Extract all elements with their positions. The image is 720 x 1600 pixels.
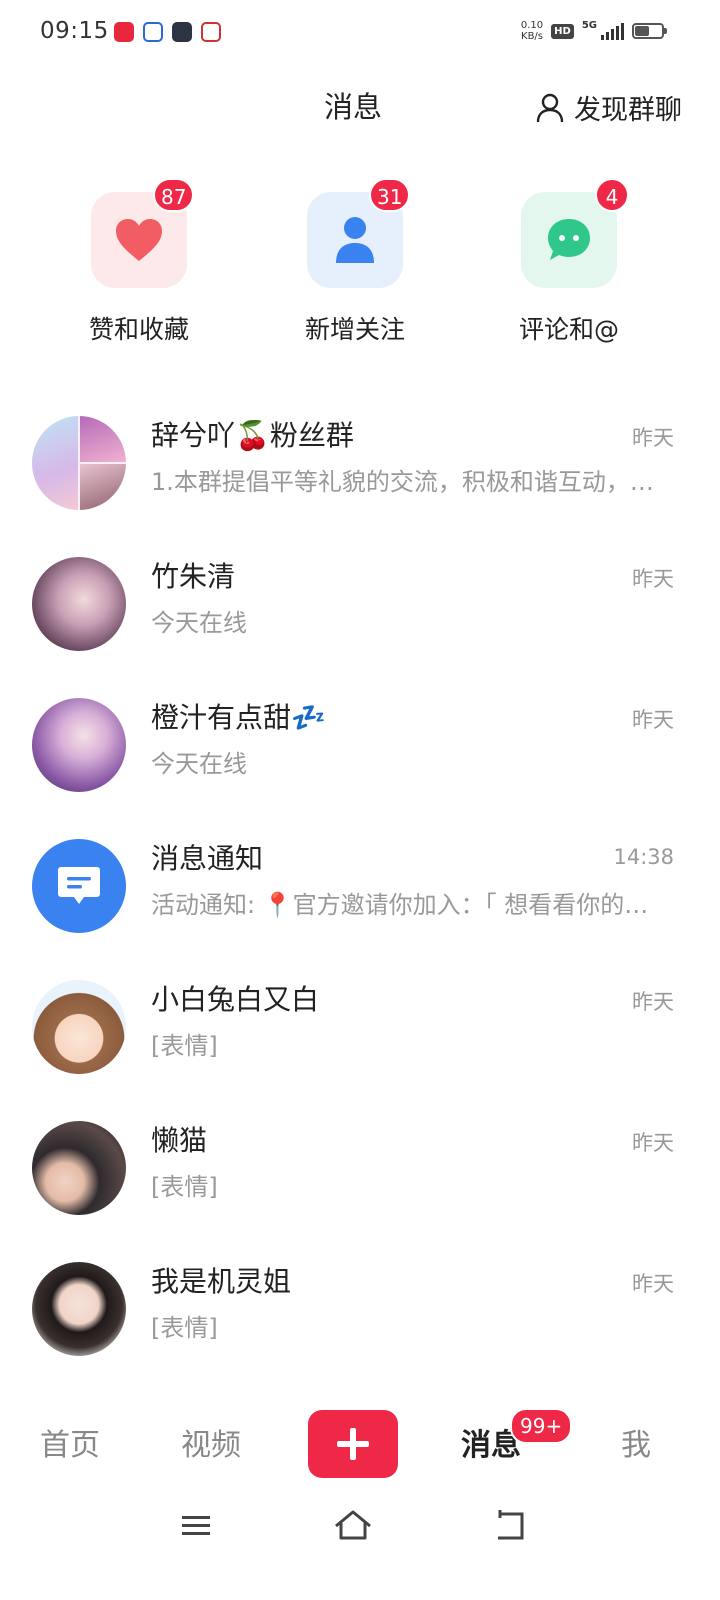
network-speed: 0.10 KB/s <box>521 20 543 42</box>
conversation-time: 14:38 <box>613 845 674 869</box>
tile-icon-container: 87 <box>91 178 195 288</box>
conversation-preview: 今天在线 <box>151 750 247 778</box>
notification-tiles: 87 赞和收藏 31 新增关注 4 评论和@ <box>0 178 720 352</box>
conversation-preview: [表情] <box>151 1173 218 1201</box>
conversation-time: 昨天 <box>632 1131 674 1155</box>
list-item[interactable]: 辞兮吖🍒粉丝群 昨天 1.本群提倡平等礼貌的交流，积极和谐互动，禁止发布广告 <box>0 410 720 551</box>
user-avatar <box>32 1121 126 1215</box>
conversation-preview: 1.本群提倡平等礼貌的交流，积极和谐互动，禁止发布广告 <box>151 468 671 496</box>
conversation-preview: [表情] <box>151 1032 218 1060</box>
conversation-name: 懒猫 <box>151 1124 208 1157</box>
tile-new-followers[interactable]: 31 新增关注 <box>285 178 425 346</box>
network-speed-value: 0.10 <box>520 20 544 31</box>
network-speed-unit: KB/s <box>521 31 544 42</box>
user-avatar <box>32 557 126 651</box>
followers-badge: 31 <box>369 178 411 212</box>
conversation-time: 昨天 <box>632 567 674 591</box>
group-avatar <box>32 416 126 510</box>
battery-level <box>635 26 649 36</box>
discover-groups-label: 发现群聊 <box>574 95 682 126</box>
list-item[interactable]: 我是机灵姐 昨天 [表情] <box>0 1256 720 1397</box>
system-navigation-bar <box>0 1496 720 1566</box>
heart-icon <box>116 219 162 261</box>
menu-icon[interactable] <box>174 1504 218 1548</box>
conversation-name: 消息通知 <box>151 842 264 875</box>
tile-icon-container: 4 <box>521 178 629 288</box>
discover-groups-button[interactable]: 发现群聊 <box>536 88 682 127</box>
signal-icon <box>601 22 624 40</box>
group-avatar-part <box>32 416 78 510</box>
conversation-name: 小白兔白又白 <box>151 983 320 1016</box>
messages-badge: 99+ <box>510 1408 573 1444</box>
conversation-preview: [表情] <box>151 1314 218 1342</box>
chat-bubble-icon <box>548 219 590 260</box>
conversation-name: 我是机灵姐 <box>151 1265 292 1298</box>
conversation-list: 辞兮吖🍒粉丝群 昨天 1.本群提倡平等礼貌的交流，积极和谐互动，禁止发布广告 竹… <box>0 410 720 1397</box>
conversation-time: 昨天 <box>632 990 674 1014</box>
message-notice-icon <box>58 867 100 904</box>
app-blue-icon <box>143 22 163 42</box>
app-panda-icon <box>201 22 221 42</box>
tile-icon-container: 31 <box>307 178 411 288</box>
tile-likes-label: 赞和收藏 <box>88 315 189 344</box>
person-icon <box>336 217 374 263</box>
app-red-icon <box>114 22 134 42</box>
status-bar: 09:15 0.10 KB/s HD 5G <box>0 0 720 66</box>
list-item[interactable]: 竹朱清 昨天 今天在线 <box>0 551 720 692</box>
nav-home[interactable]: 首页 <box>40 1420 100 1464</box>
tile-comments-mentions[interactable]: 4 评论和@ <box>499 178 639 346</box>
network-type: 5G <box>581 20 597 31</box>
list-item[interactable]: 小白兔白又白 昨天 [表情] <box>0 974 720 1115</box>
back-icon[interactable] <box>488 1504 532 1548</box>
list-item[interactable]: 懒猫 昨天 [表情] <box>0 1115 720 1256</box>
notification-avatar <box>32 839 126 933</box>
comments-badge: 4 <box>595 178 629 212</box>
battery-icon <box>632 23 667 39</box>
conversation-time: 昨天 <box>632 426 674 450</box>
user-avatar <box>32 1262 126 1356</box>
app-dark-icon <box>172 22 192 42</box>
status-app-icons <box>114 22 221 42</box>
list-item[interactable]: 橙汁有点甜💤 昨天 今天在线 <box>0 692 720 833</box>
tile-comments-label: 评论和@ <box>518 315 619 344</box>
conversation-name: 竹朱清 <box>151 560 236 593</box>
create-post-button[interactable] <box>308 1410 398 1478</box>
user-avatar <box>32 980 126 1074</box>
conversation-time: 昨天 <box>632 708 674 732</box>
likes-badge: 87 <box>153 178 195 212</box>
tile-likes-favorites[interactable]: 87 赞和收藏 <box>69 178 209 346</box>
group-avatar-part <box>80 416 126 462</box>
person-outline-icon <box>536 93 564 122</box>
plus-icon <box>337 1428 369 1460</box>
group-avatar-part <box>80 464 126 510</box>
conversation-name: 橙汁有点甜💤 <box>151 701 326 734</box>
conversation-name: 辞兮吖🍒粉丝群 <box>151 419 354 452</box>
conversation-preview: 今天在线 <box>151 609 247 637</box>
nav-video[interactable]: 视频 <box>181 1420 241 1464</box>
bottom-navigation: 首页 视频 消息 99+ 我 <box>0 1398 720 1490</box>
hd-icon: HD <box>551 23 574 39</box>
conversation-time: 昨天 <box>632 1272 674 1296</box>
home-icon[interactable] <box>331 1504 375 1548</box>
nav-me[interactable]: 我 <box>621 1420 651 1464</box>
tile-followers-label: 新增关注 <box>304 315 405 344</box>
user-avatar <box>32 698 126 792</box>
status-indicators: 0.10 KB/s HD 5G <box>521 20 667 42</box>
status-time: 09:15 <box>40 18 109 44</box>
list-item[interactable]: 消息通知 14:38 活动通知: 📍官方邀请你加入：「 想看看你的分享 <box>0 833 720 974</box>
conversation-preview: 活动通知: 📍官方邀请你加入：「 想看看你的分享 <box>151 891 671 919</box>
